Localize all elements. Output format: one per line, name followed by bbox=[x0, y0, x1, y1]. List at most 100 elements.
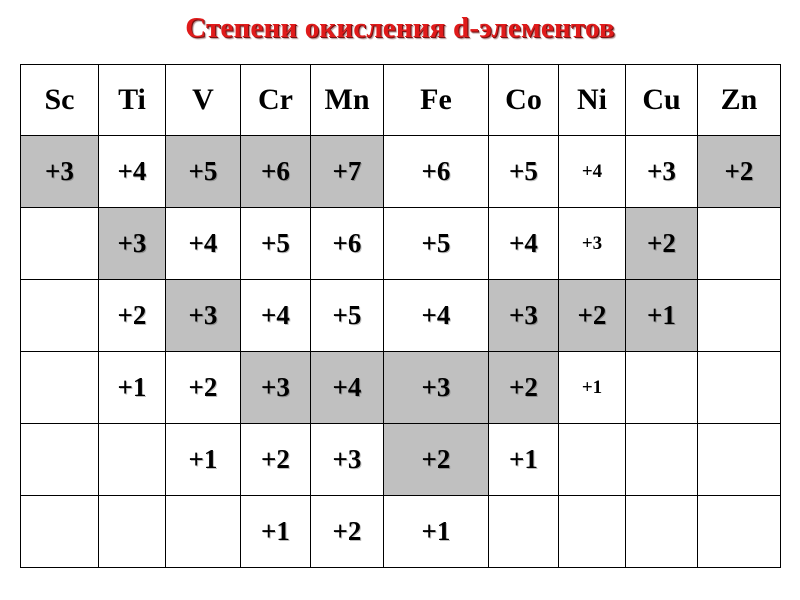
cell-ni-r4: +1 bbox=[558, 351, 626, 424]
cell-v-r1: +5 bbox=[165, 135, 241, 208]
cell-cu-r3: +1 bbox=[625, 279, 698, 352]
cell-cu-r2: +2 bbox=[625, 207, 698, 280]
cell-sc-r4 bbox=[20, 351, 99, 424]
oxidation-state-value: +1 bbox=[261, 516, 290, 546]
cell-zn-r3 bbox=[697, 279, 781, 352]
cell-cu-r4 bbox=[625, 351, 698, 424]
oxidation-state-value: +5 bbox=[188, 156, 218, 186]
cell-mn-r1: +7 bbox=[310, 135, 384, 208]
table-row: +1 +2 +3 +2 +1 bbox=[20, 423, 781, 496]
element-symbol: Ti bbox=[118, 83, 146, 116]
table-row: +2 +3 +4 +5 +4 +3 +2 +1 bbox=[20, 279, 781, 352]
cell-v-r4: +2 bbox=[165, 351, 241, 424]
column-header-zn: Zn bbox=[697, 64, 781, 136]
oxidation-state-value: +5 bbox=[261, 228, 290, 258]
cell-ni-r3: +2 bbox=[558, 279, 626, 352]
cell-sc-r1: +3 bbox=[20, 135, 99, 208]
cell-co-r4: +2 bbox=[488, 351, 559, 424]
cell-mn-r6: +2 bbox=[310, 495, 384, 568]
oxidation-state-value: +4 bbox=[117, 156, 147, 186]
page-title: Степени окисления d-элементов bbox=[185, 12, 615, 44]
oxidation-state-value: +6 bbox=[332, 228, 362, 258]
cell-cu-r1: +3 bbox=[625, 135, 698, 208]
oxidation-state-value: +7 bbox=[332, 156, 362, 186]
column-header-cr: Cr bbox=[240, 64, 311, 136]
oxidation-state-value: +2 bbox=[188, 372, 218, 402]
oxidation-state-value: +6 bbox=[261, 156, 290, 186]
cell-sc-r6 bbox=[20, 495, 99, 568]
element-symbol: V bbox=[192, 83, 214, 116]
cell-fe-r6: +1 bbox=[383, 495, 489, 568]
oxidation-state-value: +4 bbox=[509, 228, 538, 258]
oxidation-state-value: +3 bbox=[421, 372, 451, 402]
cell-co-r6 bbox=[488, 495, 559, 568]
header-row: Sc Ti V Cr Mn Fe Co Ni Cu Zn bbox=[20, 64, 781, 136]
element-symbol: Cu bbox=[642, 83, 681, 116]
oxidation-state-value: +2 bbox=[577, 300, 607, 330]
oxidation-state-value: +4 bbox=[581, 161, 603, 182]
cell-fe-r4: +3 bbox=[383, 351, 489, 424]
cell-sc-r3 bbox=[20, 279, 99, 352]
cell-zn-r6 bbox=[697, 495, 781, 568]
cell-ti-r4: +1 bbox=[98, 351, 166, 424]
column-header-mn: Mn bbox=[310, 64, 384, 136]
cell-ti-r2: +3 bbox=[98, 207, 166, 280]
element-symbol: Sc bbox=[44, 83, 75, 116]
cell-fe-r1: +6 bbox=[383, 135, 489, 208]
oxidation-state-value: +2 bbox=[261, 444, 290, 474]
cell-zn-r5 bbox=[697, 423, 781, 496]
cell-mn-r2: +6 bbox=[310, 207, 384, 280]
oxidation-state-value: +3 bbox=[509, 300, 538, 330]
cell-zn-r4 bbox=[697, 351, 781, 424]
oxidation-states-table-container: Sc Ti V Cr Mn Fe Co Ni Cu Zn +3 +4 +5 +6 +7 +6 +5 +4 +3 +2… bbox=[20, 64, 781, 568]
oxidation-state-value: +6 bbox=[421, 156, 451, 186]
column-header-co: Co bbox=[488, 64, 559, 136]
cell-co-r5: +1 bbox=[488, 423, 559, 496]
cell-co-r3: +3 bbox=[488, 279, 559, 352]
slide-page: Степени окисления d-элементов Sc Ti V Cr Mn F… bbox=[0, 0, 800, 600]
column-header-sc: Sc bbox=[20, 64, 99, 136]
cell-sc-r2 bbox=[20, 207, 99, 280]
cell-ni-r1: +4 bbox=[558, 135, 626, 208]
oxidation-state-value: +3 bbox=[581, 233, 603, 254]
cell-ti-r3: +2 bbox=[98, 279, 166, 352]
oxidation-state-value: +1 bbox=[188, 444, 218, 474]
oxidation-state-value: +4 bbox=[421, 300, 451, 330]
cell-cr-r4: +3 bbox=[240, 351, 311, 424]
column-header-fe: Fe bbox=[383, 64, 489, 136]
cell-v-r2: +4 bbox=[165, 207, 241, 280]
cell-ti-r6 bbox=[98, 495, 166, 568]
cell-ti-r5 bbox=[98, 423, 166, 496]
cell-cr-r1: +6 bbox=[240, 135, 311, 208]
cell-sc-r5 bbox=[20, 423, 99, 496]
cell-ni-r6 bbox=[558, 495, 626, 568]
cell-ni-r2: +3 bbox=[558, 207, 626, 280]
column-header-ni: Ni bbox=[558, 64, 626, 136]
cell-cr-r6: +1 bbox=[240, 495, 311, 568]
oxidation-state-value: +4 bbox=[261, 300, 290, 330]
cell-v-r5: +1 bbox=[165, 423, 241, 496]
oxidation-state-value: +3 bbox=[261, 372, 290, 402]
oxidation-state-value: +1 bbox=[509, 444, 538, 474]
oxidation-state-value: +3 bbox=[332, 444, 362, 474]
table-body: +3 +4 +5 +6 +7 +6 +5 +4 +3 +2 +3 +4 +5 +6 +5 +4 +3 +2 +2 +3… bbox=[20, 135, 781, 568]
cell-cr-r5: +2 bbox=[240, 423, 311, 496]
cell-ti-r1: +4 bbox=[98, 135, 166, 208]
cell-cr-r3: +4 bbox=[240, 279, 311, 352]
oxidation-state-value: +5 bbox=[509, 156, 538, 186]
cell-ni-r5 bbox=[558, 423, 626, 496]
table-row: +1 +2 +3 +4 +3 +2 +1 bbox=[20, 351, 781, 424]
cell-mn-r4: +4 bbox=[310, 351, 384, 424]
cell-co-r1: +5 bbox=[488, 135, 559, 208]
cell-fe-r5: +2 bbox=[383, 423, 489, 496]
table-row: +1 +2 +1 bbox=[20, 495, 781, 568]
cell-cu-r5 bbox=[625, 423, 698, 496]
table-header: Sc Ti V Cr Mn Fe Co Ni Cu Zn bbox=[20, 64, 781, 136]
element-symbol: Zn bbox=[720, 83, 758, 116]
table-row: +3 +4 +5 +6 +7 +6 +5 +4 +3 +2 bbox=[20, 135, 781, 208]
oxidation-state-value: +2 bbox=[647, 228, 676, 258]
oxidation-state-value: +4 bbox=[188, 228, 218, 258]
cell-v-r3: +3 bbox=[165, 279, 241, 352]
oxidation-state-value: +2 bbox=[724, 156, 754, 186]
cell-fe-r2: +5 bbox=[383, 207, 489, 280]
